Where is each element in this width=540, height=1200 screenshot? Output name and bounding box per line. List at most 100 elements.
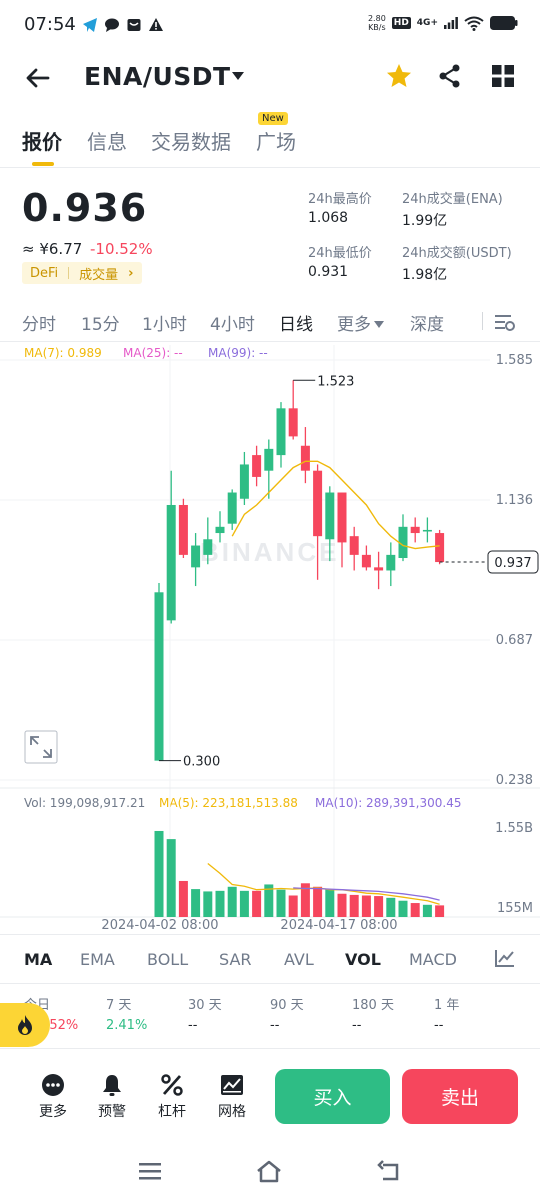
chevron-right-icon: › [128, 265, 134, 281]
bottom-action-bar: 更多 预警 杠杆 网格 买入 卖出 [0, 1048, 540, 1148]
volume-label: 24h成交量(ENA) [402, 192, 503, 207]
indicator-avl[interactable]: AVL [284, 950, 314, 969]
back-nav-icon[interactable] [377, 1158, 403, 1184]
interval-1d[interactable]: 日线 [279, 310, 313, 335]
volume-bar [252, 890, 262, 917]
volume-bar [337, 893, 347, 917]
price-cny: ≈ ¥6.77 [22, 240, 83, 258]
header: ENA/USDT [0, 52, 540, 104]
status-right: 2.80 KB/s HD 4G+ [368, 14, 518, 32]
interval-more-label: 更多 [337, 315, 371, 335]
candle-body [203, 539, 213, 555]
candle-body [191, 545, 201, 568]
high-marker-label: 1.523 [317, 374, 354, 389]
volume-bar [422, 904, 432, 917]
telegram-icon [83, 18, 97, 32]
main-tabs: 报价 信息 交易数据 广场 [0, 120, 540, 168]
volume-bar [313, 886, 323, 917]
grid-button[interactable]: 网格 [210, 1073, 254, 1121]
star-icon[interactable] [385, 62, 413, 90]
grid-layout-icon[interactable] [489, 62, 517, 90]
flame-icon [18, 1015, 32, 1035]
volume-bar [154, 830, 164, 917]
perf-value-90d: -- [270, 1018, 280, 1033]
volume-axis-label: 1.55B [495, 821, 533, 836]
binance-watermark: BINANCE [200, 537, 339, 567]
perf-label-7d: 7 天 [106, 998, 132, 1013]
menu-icon[interactable] [137, 1158, 163, 1184]
indicator-boll[interactable]: BOLL [147, 950, 188, 969]
perf-value-7d: 2.41% [106, 1018, 148, 1033]
interval-depth[interactable]: 深度 [410, 310, 444, 335]
volume-bar [239, 890, 249, 917]
indicator-ema[interactable]: EMA [80, 950, 115, 969]
back-arrow-icon[interactable] [22, 62, 54, 94]
active-tab-indicator [32, 162, 54, 166]
category-tag[interactable]: DeFi 成交量 › [22, 262, 142, 284]
indicator-chart-icon[interactable] [494, 948, 516, 968]
candle-body [361, 554, 371, 568]
turnover-value: 1.98亿 [402, 267, 448, 283]
volume-bar [166, 839, 176, 917]
network-type: 4G+ [416, 18, 438, 28]
candle-body [276, 408, 286, 456]
candle-body [422, 529, 432, 532]
indicator-sar[interactable]: SAR [219, 950, 252, 969]
low-marker-label: 0.300 [183, 755, 220, 770]
volume-bar [276, 889, 286, 917]
candle-body [288, 408, 298, 437]
volume-bar [325, 889, 335, 917]
buy-button[interactable]: 买入 [275, 1069, 390, 1124]
floating-hot-button[interactable] [0, 1003, 50, 1047]
hd-badge: HD [391, 17, 411, 29]
price-change: -10.52% [90, 240, 153, 258]
kline-chart[interactable]: BINANCE 1.585 1.136 0.687 0.238 1.523 0.300 0.9… [0, 342, 540, 932]
candle-body [178, 504, 188, 555]
volume-bar [178, 880, 188, 917]
tag-metric: 成交量 [79, 267, 119, 283]
candle-body [215, 526, 225, 534]
share-icon[interactable] [436, 62, 464, 90]
volume-bar [288, 895, 298, 917]
interval-timeshare[interactable]: 分时 [22, 310, 56, 335]
tab-info[interactable]: 信息 [87, 126, 127, 155]
interval-15m[interactable]: 15分 [81, 310, 120, 335]
bell-icon [103, 1075, 121, 1096]
perf-value-1y: -- [434, 1018, 444, 1033]
chart-settings-icon[interactable] [494, 312, 516, 332]
indicator-macd[interactable]: MACD [409, 950, 457, 969]
more-label: 更多 [39, 1104, 67, 1120]
tab-quote[interactable]: 报价 [22, 126, 62, 155]
pair-title[interactable]: ENA/USDT [84, 62, 231, 91]
candle-body [166, 504, 176, 621]
interval-1h[interactable]: 1小时 [142, 310, 187, 335]
candle-body [227, 492, 237, 524]
ma7-line [231, 460, 440, 550]
indicator-ma[interactable]: MA [24, 950, 52, 969]
speed-value: 2.80 [367, 14, 386, 23]
alert-button[interactable]: 预警 [90, 1073, 134, 1121]
high-value: 1.068 [308, 210, 349, 226]
indicator-vol[interactable]: VOL [345, 950, 381, 969]
candle-body [154, 592, 164, 761]
more-button[interactable]: 更多 [31, 1073, 75, 1121]
interval-4h[interactable]: 4小时 [210, 310, 255, 335]
leverage-button[interactable]: 杠杆 [150, 1073, 194, 1121]
price-axis-label: 1.136 [496, 493, 533, 508]
chevron-down-icon[interactable] [230, 68, 246, 84]
perf-value-30d: -- [188, 1018, 198, 1033]
sell-button[interactable]: 卖出 [402, 1069, 518, 1124]
volume-bar [349, 894, 359, 917]
leverage-label: 杠杆 [158, 1104, 186, 1120]
high-label: 24h最高价 [308, 192, 372, 207]
home-icon[interactable] [256, 1158, 282, 1184]
tab-square[interactable]: 广场 [256, 126, 296, 155]
candle-body [374, 567, 384, 571]
candle-body [325, 492, 335, 540]
tab-trading-data[interactable]: 交易数据 [151, 126, 231, 155]
volume-bar [374, 896, 384, 917]
expand-icon [24, 730, 58, 764]
status-time: 07:54 [24, 14, 76, 35]
volume-bar [410, 903, 420, 917]
interval-more[interactable]: 更多 [337, 310, 384, 335]
